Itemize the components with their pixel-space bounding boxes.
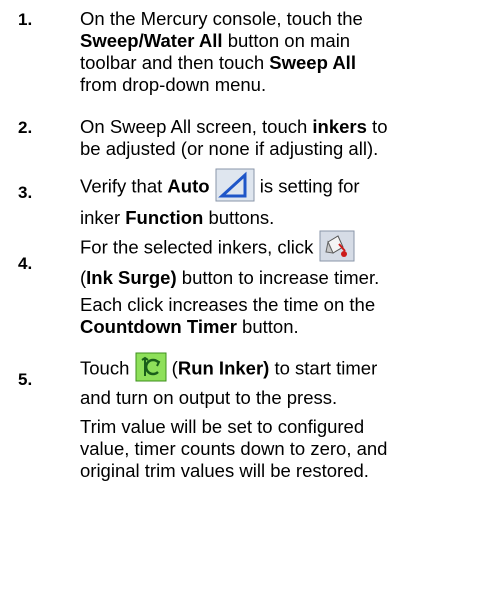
text-segment: On Sweep All screen, touch — [80, 116, 313, 137]
ink-surge-icon — [319, 230, 355, 267]
text-line: For the selected inkers, click — [80, 230, 490, 267]
text-segment: and turn on output to the press. — [80, 387, 338, 408]
text-line: Countdown Timer button. — [80, 316, 490, 338]
text-segment: button. — [236, 316, 299, 337]
text-segment: original trim values will be restored. — [80, 460, 369, 481]
text-line: be adjusted (or none if adjusting all). — [80, 138, 490, 160]
step-3-text: Verify that Auto is setting for inker Fun… — [80, 168, 490, 229]
text-line: from drop-down menu. — [80, 74, 490, 96]
bold-term: inkers — [312, 116, 367, 137]
text-segment: Touch — [80, 357, 135, 379]
bold-term: Countdown Timer — [80, 316, 237, 337]
auto-delta-icon — [215, 168, 255, 207]
text-segment: be adjusted (or none if adjusting all). — [80, 138, 379, 159]
step-1-number: 1. — [18, 10, 33, 29]
text-segment: is setting for — [254, 175, 360, 197]
step-1-text: On the Mercury console, touch the Sweep/W… — [80, 8, 490, 96]
step-2-text: On Sweep All screen, touch inkers to be a… — [80, 116, 490, 160]
bold-term: Function — [125, 207, 204, 228]
text-line: Sweep/Water All button on main — [80, 30, 490, 52]
text-segment: to — [366, 116, 388, 137]
bold-term: Auto — [167, 175, 210, 197]
text-line: On the Mercury console, touch the — [80, 8, 490, 30]
text-line: Verify that Auto is setting for — [80, 168, 490, 207]
step-3-number: 3. — [18, 183, 33, 202]
text-segment: to start timer — [269, 357, 378, 379]
text-segment: from drop-down menu. — [80, 74, 267, 95]
text-segment: Each click increases the time on the — [80, 294, 376, 315]
text-line: inker Function buttons. — [80, 207, 490, 229]
text-line: Touch (Run Inker) to start timer — [80, 352, 490, 387]
text-line: On Sweep All screen, touch inkers to — [80, 116, 490, 138]
text-segment: toolbar and then touch — [80, 52, 270, 73]
text-segment: button to increase timer. — [176, 267, 380, 288]
bold-term: Sweep All — [269, 52, 356, 73]
text-segment: ( — [166, 357, 178, 379]
text-segment: value, timer counts down to zero, and — [80, 438, 388, 459]
step-4-text: For the selected inkers, click (Ink Surg… — [80, 230, 490, 289]
text-segment: button on main — [222, 30, 351, 51]
text-line: (Ink Surge) button to increase timer. — [80, 267, 490, 289]
text-line: Trim value will be set to configured — [80, 416, 490, 438]
text-line: and turn on output to the press. — [80, 387, 490, 409]
step-4-note: Each click increases the time on the Coun… — [80, 294, 490, 338]
text-line: Each click increases the time on the — [80, 294, 490, 316]
step-5-text: Touch (Run Inker) to start timer and turn… — [80, 352, 490, 409]
text-segment: buttons. — [203, 207, 275, 228]
step-4-number: 4. — [18, 254, 33, 273]
bold-term: Run Inker) — [177, 357, 270, 379]
step-5-note: Trim value will be set to configured valu… — [80, 416, 490, 482]
text-line: original trim values will be restored. — [80, 460, 490, 482]
run-inker-icon — [135, 352, 167, 387]
bold-term: Sweep/Water All — [80, 30, 223, 51]
text-segment: inker — [80, 207, 126, 228]
text-segment: Verify that — [80, 175, 168, 197]
text-line: value, timer counts down to zero, and — [80, 438, 490, 460]
text-segment: For the selected inkers, click — [80, 236, 319, 258]
step-2-number: 2. — [18, 118, 33, 137]
text-line: toolbar and then touch Sweep All — [80, 52, 490, 74]
text-segment: On the Mercury console, touch the — [80, 8, 363, 29]
step-5-number: 5. — [18, 370, 33, 389]
bold-term: Ink Surge) — [86, 267, 177, 288]
text-segment: Trim value will be set to configured — [80, 416, 365, 437]
